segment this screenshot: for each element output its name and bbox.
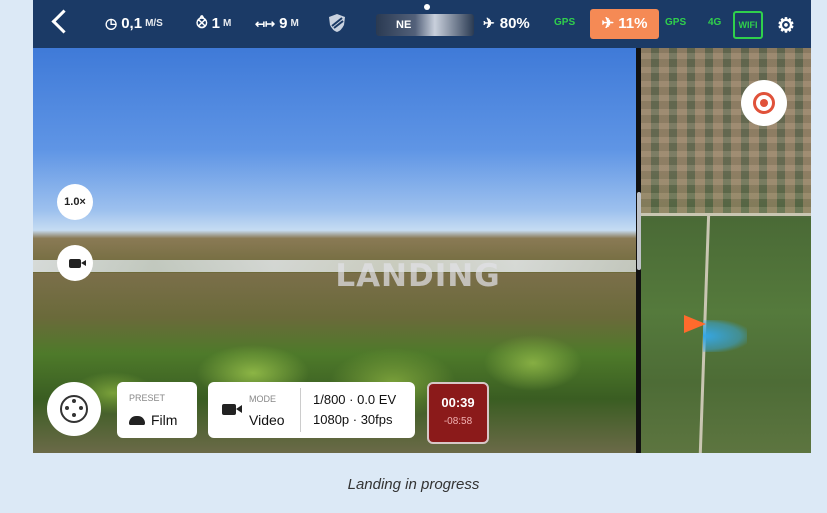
preset-value: Film bbox=[151, 412, 178, 428]
record-remaining: -08:58 bbox=[443, 416, 473, 427]
preset-selector[interactable]: PRESET Film bbox=[117, 382, 197, 438]
video-camera-icon bbox=[69, 258, 86, 268]
capture-settings-panel[interactable]: MODE Video 1/800 · 0.0 EV 1080p · 30fps bbox=[208, 382, 415, 438]
preset-caption: PRESET bbox=[129, 393, 166, 403]
drone-position-icon bbox=[684, 315, 706, 333]
altitude-unit: M bbox=[223, 18, 232, 29]
heading-label: NE bbox=[396, 19, 412, 31]
joystick-icon bbox=[60, 395, 88, 423]
video-camera-icon bbox=[222, 404, 242, 415]
wifi-status: WIFI bbox=[733, 11, 763, 39]
network-status: 4G bbox=[708, 17, 722, 28]
map-road bbox=[641, 213, 811, 216]
drone-battery-readout: ✈ 80% bbox=[483, 15, 530, 32]
exposure-value[interactable]: 1/800 · 0.0 EV bbox=[313, 392, 396, 407]
record-button[interactable]: 00:39 -08:58 bbox=[427, 382, 489, 444]
drone-heading-cone bbox=[703, 320, 747, 352]
speed-unit: M/S bbox=[145, 18, 163, 29]
zoom-button[interactable]: 1.0× bbox=[57, 184, 93, 220]
map-town-area bbox=[641, 48, 811, 213]
drone-battery-value: 80% bbox=[499, 15, 530, 32]
resolution-value[interactable]: 1080p · 30fps bbox=[313, 412, 393, 427]
controller-battery-warning[interactable]: ✈ 11% bbox=[590, 9, 659, 39]
gear-icon[interactable]: ⚙ bbox=[777, 13, 795, 38]
drone-app-window: LANDING ◷ 0,1 M/S ⨶ 1 M ↤↦ 9 M NE ✈ 80% … bbox=[33, 0, 811, 453]
joystick-button[interactable] bbox=[47, 382, 101, 436]
controller-battery-value: 11% bbox=[618, 15, 648, 32]
shield-icon[interactable] bbox=[328, 13, 346, 33]
figure-caption: Landing in progress bbox=[347, 476, 480, 493]
controller-battery-icon: ✈ bbox=[601, 15, 615, 32]
camera-mode-button[interactable] bbox=[57, 245, 93, 281]
film-icon bbox=[129, 416, 145, 425]
chevron-left-icon[interactable] bbox=[51, 9, 76, 34]
distance-readout: ↤↦ 9 M bbox=[255, 15, 299, 32]
altitude-readout: ⨶ 1 M bbox=[196, 15, 231, 32]
target-icon bbox=[753, 92, 775, 114]
controller-gps-status: GPS bbox=[665, 17, 687, 28]
gps-status: GPS bbox=[554, 17, 576, 28]
speed-readout: ◷ 0,1 M/S bbox=[105, 15, 163, 32]
heading-compass: NE bbox=[376, 4, 474, 36]
altitude-value: 1 bbox=[211, 15, 221, 32]
telemetry-bar: ◷ 0,1 M/S ⨶ 1 M ↤↦ 9 M NE ✈ 80% GPS ✈ 11… bbox=[33, 0, 811, 48]
heading-marker bbox=[424, 4, 430, 10]
distance-value: 9 bbox=[279, 15, 288, 32]
speed-value: 0,1 bbox=[121, 15, 143, 32]
drone-battery-icon: ✈ bbox=[483, 15, 495, 31]
landing-status-text: LANDING bbox=[335, 258, 501, 294]
mode-value: Video bbox=[249, 412, 285, 428]
panel-divider bbox=[300, 388, 301, 432]
recenter-map-button[interactable] bbox=[741, 80, 787, 126]
mode-caption: MODE bbox=[249, 394, 276, 404]
altitude-icon: ⨶ bbox=[196, 15, 208, 32]
zoom-label: 1.0× bbox=[64, 196, 86, 208]
distance-unit: M bbox=[290, 18, 299, 29]
distance-icon: ↤↦ bbox=[255, 16, 276, 31]
gauge-icon: ◷ bbox=[105, 15, 118, 31]
record-elapsed: 00:39 bbox=[441, 395, 475, 410]
